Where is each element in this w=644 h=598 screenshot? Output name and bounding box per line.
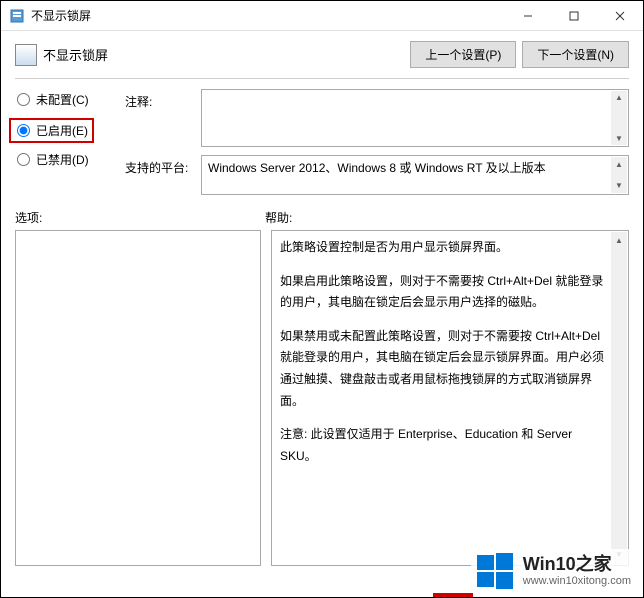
comment-input[interactable]: ▲▼ <box>201 89 629 147</box>
minimize-button[interactable] <box>505 1 551 31</box>
radio-not-configured[interactable]: 未配置(C) <box>15 91 125 108</box>
comment-label: 注释: <box>125 89 201 110</box>
platform-box: Windows Server 2012、Windows 8 或 Windows … <box>201 155 629 195</box>
radio-disabled[interactable]: 已禁用(D) <box>15 151 125 168</box>
watermark-bar <box>433 593 473 597</box>
help-panel: 此策略设置控制是否为用户显示锁屏界面。 如果启用此策略设置，则对于不需要按 Ct… <box>271 230 629 566</box>
radio-enabled-highlight: 已启用(E) <box>9 118 94 143</box>
radio-enabled-label: 已启用(E) <box>36 122 88 139</box>
platform-value: Windows Server 2012、Windows 8 或 Windows … <box>208 161 546 175</box>
help-paragraph: 如果启用此策略设置，则对于不需要按 Ctrl+Alt+Del 就能登录的用户，其… <box>280 271 608 314</box>
section-labels: 选项: 帮助: <box>1 195 643 230</box>
policy-title: 不显示锁屏 <box>43 45 404 64</box>
radio-not-configured-input[interactable] <box>17 93 30 106</box>
radio-enabled-input[interactable] <box>17 124 30 137</box>
radio-group: 未配置(C) 已启用(E) 已禁用(D) <box>15 89 125 195</box>
watermark-url: www.win10xitong.com <box>523 575 631 588</box>
window-controls <box>505 1 643 30</box>
options-label: 选项: <box>15 209 265 226</box>
divider <box>15 78 629 79</box>
close-button[interactable] <box>597 1 643 31</box>
windows-logo-icon <box>475 551 515 591</box>
platform-row: 支持的平台: Windows Server 2012、Windows 8 或 W… <box>125 155 629 195</box>
config-area: 未配置(C) 已启用(E) 已禁用(D) 注释: ▲▼ 支持的平台: Windo… <box>1 89 643 195</box>
radio-not-configured-label: 未配置(C) <box>36 91 89 108</box>
scrollbar[interactable]: ▲▼ <box>611 91 627 145</box>
window-title: 不显示锁屏 <box>31 7 505 24</box>
options-panel <box>15 230 261 566</box>
radio-enabled[interactable]: 已启用(E) <box>15 122 88 139</box>
platform-label: 支持的平台: <box>125 155 201 176</box>
app-icon <box>9 8 25 24</box>
radio-disabled-label: 已禁用(D) <box>36 151 89 168</box>
comment-row: 注释: ▲▼ <box>125 89 629 147</box>
maximize-button[interactable] <box>551 1 597 31</box>
policy-icon <box>15 44 37 66</box>
panels-row: 此策略设置控制是否为用户显示锁屏界面。 如果启用此策略设置，则对于不需要按 Ct… <box>1 230 643 580</box>
help-label: 帮助: <box>265 209 629 226</box>
next-setting-button[interactable]: 下一个设置(N) <box>522 41 629 68</box>
scrollbar[interactable]: ▲▼ <box>611 232 627 564</box>
help-paragraph: 此策略设置控制是否为用户显示锁屏界面。 <box>280 237 608 259</box>
watermark-title: Win10之家 <box>523 554 631 576</box>
watermark: Win10之家 www.win10xitong.com <box>471 549 635 593</box>
titlebar: 不显示锁屏 <box>1 1 643 31</box>
header-row: 不显示锁屏 上一个设置(P) 下一个设置(N) <box>1 31 643 74</box>
radio-disabled-input[interactable] <box>17 153 30 166</box>
help-paragraph: 如果禁用或未配置此策略设置，则对于不需要按 Ctrl+Alt+Del 就能登录的… <box>280 326 608 412</box>
prev-setting-button[interactable]: 上一个设置(P) <box>410 41 516 68</box>
help-paragraph: 注意: 此设置仅适用于 Enterprise、Education 和 Serve… <box>280 424 608 467</box>
scrollbar[interactable]: ▲▼ <box>611 157 627 193</box>
right-column: 注释: ▲▼ 支持的平台: Windows Server 2012、Window… <box>125 89 629 195</box>
